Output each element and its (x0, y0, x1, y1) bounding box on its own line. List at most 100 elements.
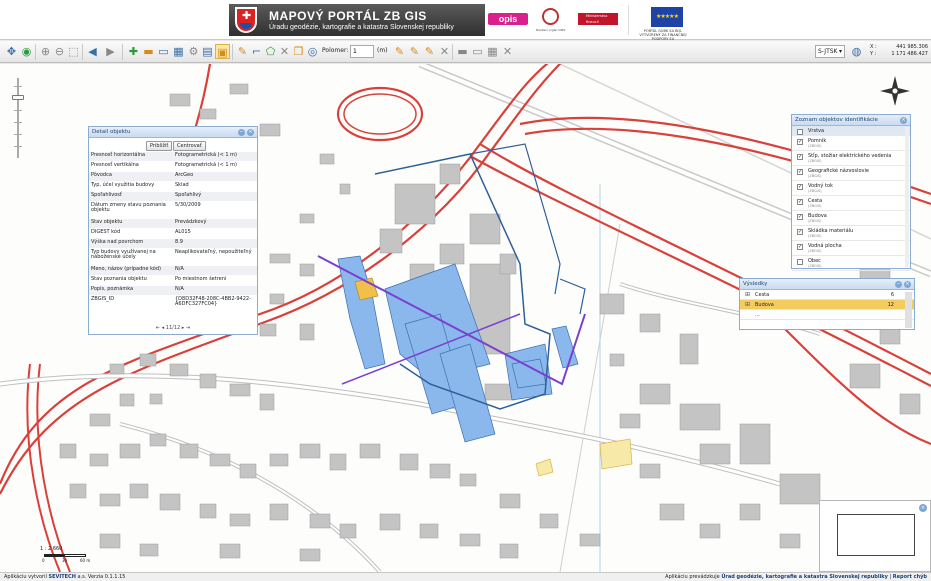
zoom-slider[interactable] (12, 78, 24, 158)
objects-scrollbar[interactable] (905, 127, 909, 267)
close-icon[interactable]: ✕ (500, 44, 515, 59)
object-layer-row[interactable]: ✓ Skládka materiálu (ZBGIS) (792, 226, 910, 241)
next-extent-icon[interactable]: ▶ (103, 44, 118, 59)
measure-icon[interactable]: ▬ (141, 44, 156, 59)
edit-icon[interactable]: ✎ (235, 44, 250, 59)
scale-tick: 30 (62, 558, 68, 563)
settings-icon[interactable]: ⚙ (186, 44, 201, 59)
detail-row-key: ZBGIS_ID (91, 296, 115, 302)
detail-row: Spoľahlivosť Spoľahlivý (89, 192, 257, 202)
pan-icon[interactable]: ✥ (4, 44, 19, 59)
zoom-in-icon[interactable]: ⊕ (38, 44, 53, 59)
last-page-icon[interactable]: ⇥ (186, 325, 190, 331)
zoom-box-icon[interactable]: ⬚ (66, 44, 81, 59)
object-layer-row[interactable]: ✓ Vodná plocha (ZBGIS) (792, 241, 910, 256)
zoom-to-button[interactable]: Priblížiť (146, 141, 173, 151)
layer-checkbox[interactable] (797, 259, 803, 265)
detail-row-key: Meno, názov (prípadne kód) (91, 266, 161, 272)
toolbar-separator (82, 44, 83, 60)
detail-panel-title: Detail objektu (92, 129, 131, 135)
copy-icon[interactable]: ❐ (291, 44, 306, 59)
polomer-input[interactable] (350, 45, 374, 58)
close-icon[interactable]: × (247, 129, 254, 136)
layer-checkbox[interactable]: ✓ (797, 199, 803, 205)
result-row[interactable]: ⊞ Cesta 6 (740, 290, 914, 300)
pencil-icon[interactable]: ✎ (392, 44, 407, 59)
draw-line-icon[interactable]: ⌐ (249, 44, 264, 59)
select-all-checkbox[interactable] (797, 129, 803, 135)
zoom-slider-handle[interactable] (12, 95, 24, 100)
identify-icon[interactable]: ✚ (126, 44, 141, 59)
export-icon[interactable]: ▦ (171, 44, 186, 59)
clear-icon[interactable]: ✕ (437, 44, 452, 59)
close-icon[interactable]: × (904, 281, 911, 288)
center-button[interactable]: Centrovať (173, 141, 206, 151)
detail-panel: Detail objektu − × Priblížiť Centrovať P… (88, 126, 258, 335)
company-link[interactable]: SEVITECH (48, 574, 75, 580)
object-layer-row[interactable]: ✓ Stĺp, stožiar elektrického vedenia (ZBGI… (792, 151, 910, 166)
object-layer-row[interactable]: ✓ Cesta (ZBGIS) (792, 196, 910, 211)
layer-checkbox[interactable]: ✓ (797, 139, 803, 145)
delete-icon[interactable]: ✕ (277, 44, 292, 59)
minimize-icon[interactable]: − (238, 129, 245, 136)
scale-ratio: 1 : 2 660 (40, 546, 63, 552)
result-row[interactable]: ⊞ Budova 12 (740, 300, 914, 310)
eu-logo: ★★★★★ PORTÁL GUBK SA BOL VYTVORENÝ ZA FI… (628, 5, 690, 41)
crs-select[interactable]: S-JTSK (815, 45, 845, 58)
object-layer-row[interactable]: Obec (ZBGIS) (792, 256, 910, 271)
layer-checkbox[interactable]: ✓ (797, 244, 803, 250)
layer-checkbox[interactable]: ✓ (797, 184, 803, 190)
overview-extent-box[interactable] (837, 514, 915, 556)
first-page-icon[interactable]: ⇤ (156, 325, 160, 331)
select-icon[interactable]: ▣ (215, 44, 230, 59)
object-layer-row[interactable]: ✓ Pomník (ZBGIS) (792, 136, 910, 151)
detail-row-key: Stav objektu (91, 219, 123, 225)
expand-icon[interactable]: ⊞ (745, 291, 750, 298)
operator-link[interactable]: Úrad geodézie, kartografie a katastra Sl… (721, 574, 888, 580)
close-icon[interactable]: × (900, 117, 907, 124)
footer-version: a.s. Verzia 0.1.1.15 (77, 574, 126, 580)
object-layer-row[interactable]: ✓ Geografické názvoslovie (ZBGIS) (792, 166, 910, 181)
results-panel-header: Výsledky − × (740, 279, 914, 290)
previous-extent-icon[interactable]: ◀ (85, 44, 100, 59)
report-bug-link[interactable]: Report chýb (893, 574, 927, 580)
detail-row-key: Typ, účel využitia budovy (91, 182, 155, 188)
layers-icon[interactable]: ▤ (200, 44, 215, 59)
draw-polygon-icon[interactable]: ⬠ (263, 44, 278, 59)
seal-logo: Riadiaci orgán OPIS (536, 5, 566, 35)
zoom-out-icon[interactable]: ⊖ (52, 44, 67, 59)
object-layer-row[interactable]: ✓ Budova (ZBGIS) (792, 211, 910, 226)
layer-source: (ZBGIS) (808, 234, 822, 238)
pencil-icon[interactable]: ✎ (407, 44, 422, 59)
pencil-icon[interactable]: ✎ (422, 44, 437, 59)
print-icon[interactable]: ▭ (156, 44, 171, 59)
grid-icon[interactable]: ▦ (485, 44, 500, 59)
layer-source: (ZBGIS) (808, 204, 822, 208)
close-icon[interactable]: × (919, 504, 927, 512)
previous-page-icon[interactable]: ◂ (162, 325, 165, 331)
full-extent-icon[interactable]: ◉ (19, 44, 34, 59)
expand-icon[interactable]: ⊞ (745, 301, 750, 308)
layer-checkbox[interactable]: ✓ (797, 229, 803, 235)
layer-checkbox[interactable]: ✓ (797, 214, 803, 220)
minimize-icon[interactable]: − (895, 281, 902, 288)
detail-row-key: Presnosť vertikálna (91, 162, 139, 168)
objects-panel-title: Zoznam objektov identifikácie (795, 117, 878, 123)
overview-map[interactable]: × (819, 500, 931, 572)
seal-icon (542, 8, 559, 25)
toolbar-separator (232, 44, 233, 60)
coat-of-arms-icon (235, 7, 257, 33)
ministry-logo: Ministerstvo financií Slovenskej republi… (576, 5, 620, 36)
table-icon[interactable]: ▬ (455, 44, 470, 59)
layer-checkbox[interactable]: ✓ (797, 154, 803, 160)
object-layer-row[interactable]: ✓ Vodný tok (ZBGIS) (792, 181, 910, 196)
next-page-icon[interactable]: ▸ (182, 325, 185, 331)
table-icon[interactable]: ▭ (470, 44, 485, 59)
detail-row-value: Fotogrametrická (< 1 m) (175, 152, 237, 158)
results-scrollbar[interactable] (905, 292, 912, 328)
buffer-icon[interactable]: ◎ (305, 44, 320, 59)
layer-checkbox[interactable]: ✓ (797, 169, 803, 175)
layer-source: (ZBGIS) (808, 189, 822, 193)
footer: Aplikáciu vytvoril SEVITECH a.s. Verzia … (0, 572, 931, 581)
globe-icon[interactable]: ◍ (849, 44, 864, 59)
